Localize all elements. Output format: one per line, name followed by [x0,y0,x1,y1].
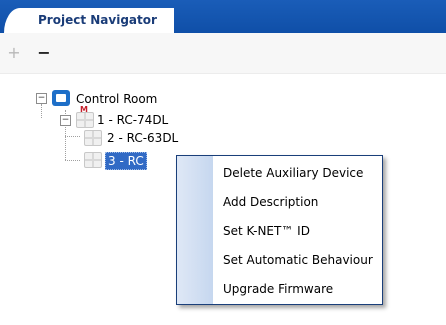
menu-item-delete-auxiliary-device[interactable]: Delete Auxiliary Device [223,163,363,183]
project-navigator-panel: Project Navigator + − − Control Room − M… [0,0,446,325]
tree-node-label: Control Room [76,92,158,106]
device-icon [84,130,102,146]
device-icon [84,152,102,168]
menu-item-upgrade-firmware[interactable]: Upgrade Firmware [223,279,333,299]
menu-item-set-knet-id[interactable]: Set K-NET™ ID [223,221,310,241]
tree-node-device-1[interactable]: − M 1 - RC-74DL [0,105,200,129]
menu-item-set-automatic-behaviour[interactable]: Set Automatic Behaviour [223,250,373,270]
menu-item-add-description[interactable]: Add Description [223,192,318,212]
tree-node-device-3[interactable]: 3 - RC [0,151,200,170]
tree-node-control-room[interactable]: − Control Room [0,90,200,108]
device-icon: M [76,105,94,128]
collapse-toggle[interactable]: − [60,115,71,126]
tree-node-label: 2 - RC-63DL [107,131,179,145]
tab-label: Project Navigator [38,13,157,27]
tab-bar: Project Navigator [0,0,446,33]
tree-node-label: 1 - RC-74DL [97,113,169,127]
collapse-toggle[interactable]: − [36,93,47,104]
tree-node-device-2[interactable]: 2 - RC-63DL [0,129,200,147]
tree-node-label-selected: 3 - RC [105,152,147,170]
remove-button[interactable]: − [34,43,54,63]
add-button[interactable]: + [4,43,24,63]
context-menu: Delete Auxiliary Device Add Description … [176,155,383,305]
toolbar: + − [0,33,446,74]
tab-project-navigator[interactable]: Project Navigator [4,8,174,33]
master-badge: M [80,105,88,114]
menu-icon-gutter [177,156,213,304]
room-icon [52,90,70,106]
